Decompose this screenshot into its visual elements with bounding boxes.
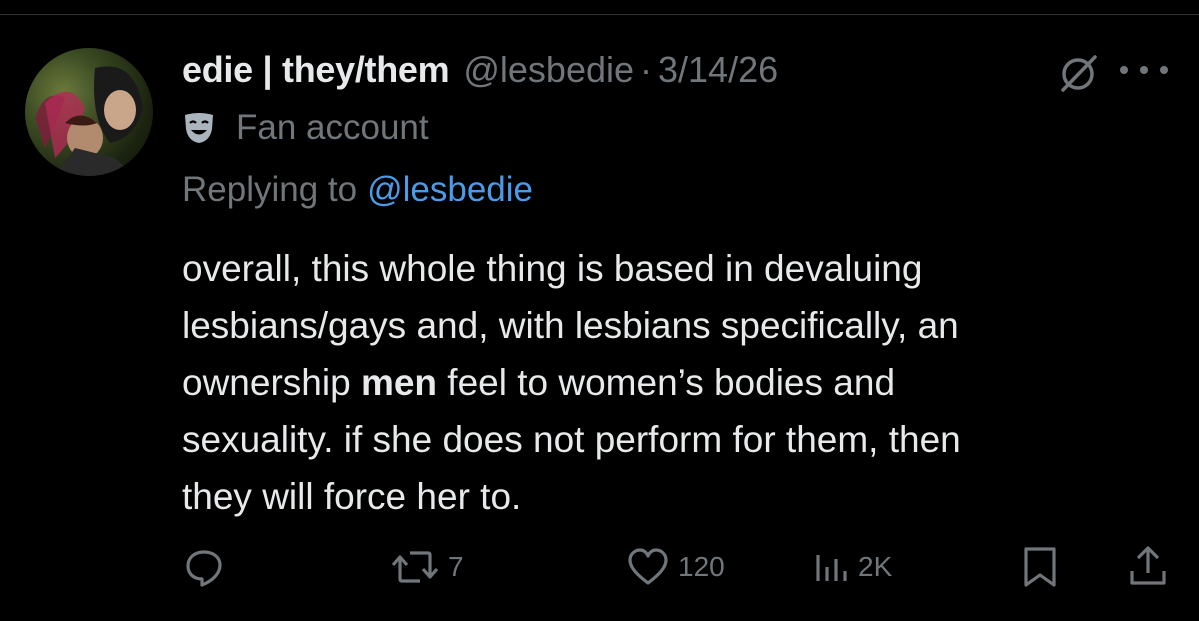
more-dot: [1140, 66, 1148, 74]
bookmark-icon: [1024, 547, 1056, 587]
views-button[interactable]: 2K: [814, 542, 892, 592]
tweet-bold-word: men: [360, 362, 438, 403]
tweet-line: ownership men feel to women’s bodies and: [182, 354, 1182, 411]
top-divider: [0, 0, 1199, 15]
account-label: Fan account: [182, 106, 429, 150]
replying-prefix: Replying to: [182, 170, 358, 209]
theater-mask-icon: [182, 111, 216, 145]
tweet-line: they will force her to.: [182, 476, 522, 517]
separator-dot: ·: [640, 49, 653, 90]
share-icon: [1130, 546, 1166, 585]
views-count: 2K: [858, 551, 893, 582]
tweet-text: overall, this whole thing is based in de…: [182, 240, 1182, 525]
tweet-line: sexuality. if she does not perform for t…: [182, 419, 961, 460]
tweet-header: edie | they/them @lesbedie · 3/14/26: [182, 46, 778, 94]
tweet-line: overall, this whole thing is based in de…: [182, 248, 923, 289]
like-button[interactable]: 120: [626, 542, 725, 592]
tweet-date[interactable]: 3/14/26: [658, 49, 778, 91]
reply-button[interactable]: [182, 542, 234, 592]
repost-icon: [391, 551, 439, 583]
tweet-line: lesbians/gays and, with lesbians specifi…: [182, 305, 959, 346]
share-button[interactable]: [1128, 542, 1168, 592]
display-name[interactable]: edie | they/them: [182, 49, 450, 91]
like-count: 120: [678, 551, 725, 582]
grok-icon[interactable]: [1057, 54, 1099, 92]
action-bar: 7 120 2K: [182, 542, 1172, 592]
bookmark-button[interactable]: [1020, 542, 1060, 592]
avatar[interactable]: [25, 48, 153, 176]
repost-button[interactable]: 7: [390, 542, 464, 592]
user-handle[interactable]: @lesbedie: [463, 49, 634, 91]
replying-to: Replying to @lesbedie: [182, 166, 533, 214]
tweet-text-segment: feel to women’s bodies and: [437, 362, 896, 403]
heart-icon: [628, 548, 668, 585]
account-label-text: Fan account: [236, 108, 429, 147]
more-dot: [1120, 66, 1128, 74]
reply-icon: [186, 550, 222, 587]
views-icon: [816, 555, 847, 581]
avatar-image: [35, 66, 143, 176]
tweet-text-segment: ownership: [182, 362, 361, 403]
more-dot: [1160, 66, 1168, 74]
repost-count: 7: [448, 551, 464, 582]
replying-mention-link[interactable]: @lesbedie: [367, 170, 533, 210]
more-icon[interactable]: [1120, 66, 1168, 78]
